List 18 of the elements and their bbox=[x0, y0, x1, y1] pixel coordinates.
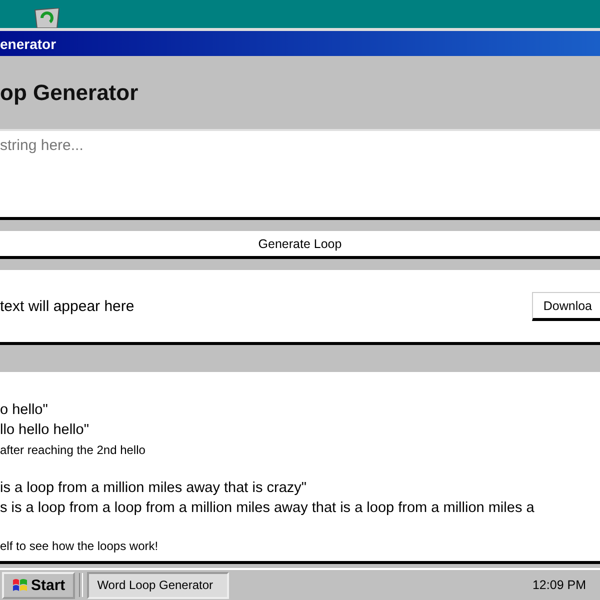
example-note: elf to see how the loops work! bbox=[0, 538, 160, 555]
input-field[interactable]: string here... bbox=[0, 131, 600, 220]
output-placeholder: text will appear here bbox=[0, 298, 134, 314]
output-field[interactable]: text will appear here Downloa bbox=[0, 270, 600, 342]
taskbar-window-button[interactable]: Word Loop Generator bbox=[87, 572, 230, 598]
example-line: is a loop from a million miles away that is crazy" bbox=[0, 479, 308, 498]
download-button[interactable]: Downloa bbox=[532, 292, 600, 320]
window-title: enerator bbox=[0, 36, 56, 52]
clock: 12:09 PM bbox=[532, 578, 587, 592]
recycle-bin-icon bbox=[32, 8, 62, 28]
example-note: after reaching the 2nd hello bbox=[0, 442, 146, 459]
start-button[interactable]: Start bbox=[2, 572, 76, 598]
windows-logo-icon bbox=[12, 578, 28, 592]
example-line: llo hello hello" bbox=[0, 421, 90, 440]
app-heading: op Generator bbox=[0, 80, 138, 106]
generate-loop-button[interactable]: Generate Loop bbox=[0, 231, 600, 259]
example-line: o hello" bbox=[0, 401, 49, 420]
example-line: s is a loop from a loop from a million miles away that is a loop from a million miles a bbox=[0, 499, 536, 518]
